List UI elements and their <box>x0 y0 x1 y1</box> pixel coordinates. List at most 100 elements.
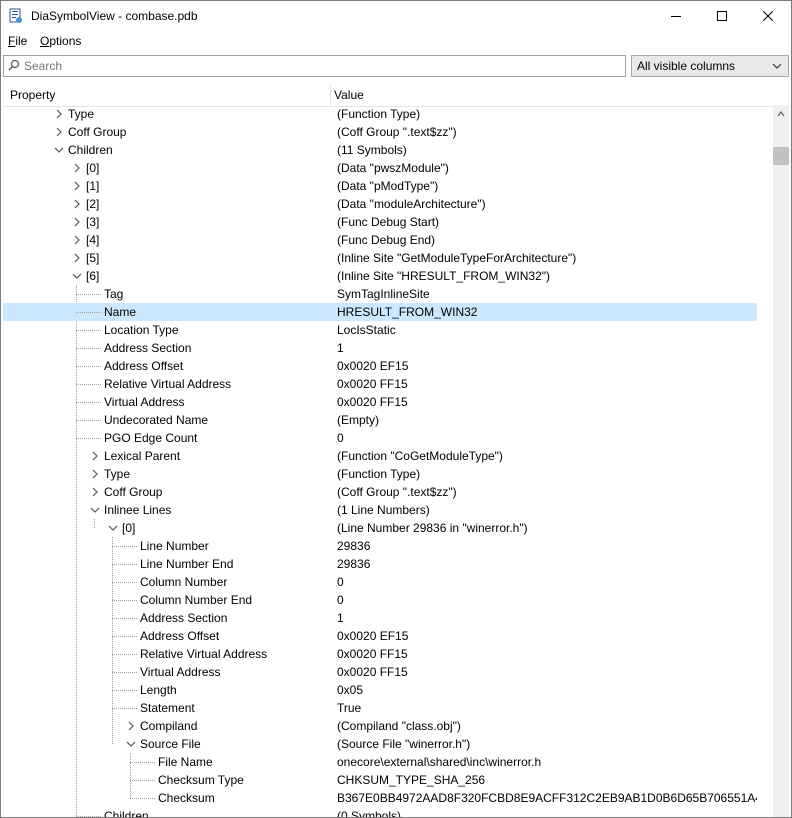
tree-row[interactable]: [6] (Inline Site "HRESULT_FROM_WIN32") <box>3 267 757 285</box>
tree-row[interactable]: Address Section 1 <box>3 339 757 357</box>
tree-row[interactable]: Statement True <box>3 699 757 717</box>
tree-row[interactable]: Children (0 Symbols) <box>3 807 757 817</box>
column-separator[interactable] <box>330 85 331 106</box>
tree-row[interactable]: Name HRESULT_FROM_WIN32 <box>3 303 757 321</box>
chevron-right-icon[interactable] <box>71 252 83 264</box>
tree-row-property: Children <box>104 809 149 817</box>
property-tree[interactable]: Type (Function Type) Coff Group (Coff Group… <box>3 105 757 817</box>
tree-row-property: [6] <box>86 269 100 283</box>
tree-row-value: 0x0020 FF15 <box>337 395 408 409</box>
tree-row[interactable]: [0] (Data "pwszModule") <box>3 159 757 177</box>
tree-branch-line <box>112 600 137 601</box>
search-box[interactable] <box>3 55 626 77</box>
tree-row[interactable]: Column Number 0 <box>3 573 757 591</box>
tree-row[interactable]: Undecorated Name (Empty) <box>3 411 757 429</box>
chevron-down-icon[interactable] <box>125 738 137 750</box>
tree-row[interactable]: Source File (Source File "winerror.h") <box>3 735 757 753</box>
chevron-right-icon[interactable] <box>71 162 83 174</box>
tree-row-property: File Name <box>158 755 213 769</box>
column-header-value[interactable]: Value <box>334 88 364 102</box>
tree-row[interactable]: Checksum B367E0BB4972AAD8F320FCBD8E9ACFF3… <box>3 789 757 807</box>
tree-row[interactable]: Type (Function Type) <box>3 465 757 483</box>
chevron-right-icon[interactable] <box>89 486 101 498</box>
tree-row[interactable]: Checksum Type CHKSUM_TYPE_SHA_256 <box>3 771 757 789</box>
tree-row-property: Tag <box>104 287 124 301</box>
tree-row-property: Line Number <box>140 539 209 553</box>
tree-row-property: Checksum <box>158 791 215 805</box>
column-filter-select[interactable]: All visible columns <box>631 55 789 77</box>
tree-row[interactable]: [5] (Inline Site "GetModuleTypeForArchite… <box>3 249 757 267</box>
tree-row[interactable]: [1] (Data "pModType") <box>3 177 757 195</box>
vertical-scrollbar[interactable] <box>773 105 789 817</box>
tree-row[interactable]: File Name onecore\external\shared\inc\win… <box>3 753 757 771</box>
tree-row[interactable]: Coff Group (Coff Group ".text$zz") <box>3 123 757 141</box>
tree-row[interactable]: [3] (Func Debug Start) <box>3 213 757 231</box>
tree-row[interactable]: Virtual Address 0x0020 FF15 <box>3 393 757 411</box>
tree-row-value: (Func Debug End) <box>337 233 436 247</box>
tree-row-value: 0x0020 EF15 <box>337 359 409 373</box>
tree-row[interactable]: Relative Virtual Address 0x0020 FF15 <box>3 645 757 663</box>
tree-row[interactable]: Address Offset 0x0020 EF15 <box>3 627 757 645</box>
tree-branch-line <box>76 816 101 817</box>
scrollbar-thumb[interactable] <box>773 147 789 165</box>
tree-row[interactable]: Children (11 Symbols) <box>3 141 757 159</box>
maximize-button[interactable] <box>699 1 745 31</box>
tree-row[interactable]: Virtual Address 0x0020 FF15 <box>3 663 757 681</box>
tree-branch-line <box>112 618 137 619</box>
close-button[interactable] <box>745 1 791 31</box>
chevron-right-icon[interactable] <box>71 180 83 192</box>
tree-row[interactable]: [2] (Data "moduleArchitecture") <box>3 195 757 213</box>
chevron-right-icon[interactable] <box>89 450 101 462</box>
menu-file[interactable]: File <box>8 34 27 48</box>
tree-row[interactable]: Location Type LocIsStatic <box>3 321 757 339</box>
tree-branch-line <box>76 348 101 349</box>
tree-row[interactable]: Compiland (Compiland "class.obj") <box>3 717 757 735</box>
tree-row[interactable]: Length 0x05 <box>3 681 757 699</box>
tree-branch-line <box>112 708 137 709</box>
minimize-button[interactable] <box>653 1 699 31</box>
tree-row[interactable]: Lexical Parent (Function "CoGetModuleType… <box>3 447 757 465</box>
chevron-right-icon[interactable] <box>71 234 83 246</box>
tree-row[interactable]: Line Number 29836 <box>3 537 757 555</box>
chevron-down-icon[interactable] <box>107 522 119 534</box>
column-header-property[interactable]: Property <box>10 88 55 102</box>
chevron-down-icon[interactable] <box>89 504 101 516</box>
chevron-down-icon[interactable] <box>71 270 83 282</box>
scroll-up-icon[interactable] <box>777 111 785 117</box>
chevron-right-icon[interactable] <box>71 216 83 228</box>
tree-row[interactable]: Column Number End 0 <box>3 591 757 609</box>
chevron-right-icon[interactable] <box>71 198 83 210</box>
tree-row-property: [1] <box>86 179 100 193</box>
tree-row-value: (1 Line Numbers) <box>337 503 430 517</box>
tree-row[interactable]: Relative Virtual Address 0x0020 FF15 <box>3 375 757 393</box>
tree-row[interactable]: [0] (Line Number 29836 in "winerror.h") <box>3 519 757 537</box>
tree-branch-line <box>112 636 137 637</box>
tree-row-property: Column Number <box>140 575 228 589</box>
tree-row[interactable]: Address Section 1 <box>3 609 757 627</box>
chevron-down-icon[interactable] <box>53 144 65 156</box>
tree-row[interactable]: Coff Group (Coff Group ".text$zz") <box>3 483 757 501</box>
tree-branch-line <box>76 438 101 439</box>
chevron-right-icon[interactable] <box>53 126 65 138</box>
title-bar[interactable]: DiaSymbolView - combase.pdb <box>1 1 791 31</box>
tree-row[interactable]: PGO Edge Count 0 <box>3 429 757 447</box>
tree-row[interactable]: Line Number End 29836 <box>3 555 757 573</box>
tree-branch-line <box>76 294 101 295</box>
tree-branch-line <box>130 762 155 763</box>
menu-options[interactable]: Options <box>40 34 81 48</box>
tree-row-property: [3] <box>86 215 100 229</box>
tree-branch-line <box>112 690 137 691</box>
tree-row[interactable]: Type (Function Type) <box>3 105 757 123</box>
chevron-down-icon <box>772 63 782 69</box>
chevron-right-icon[interactable] <box>89 468 101 480</box>
tree-row-property: Location Type <box>104 323 179 337</box>
search-input[interactable] <box>24 58 614 73</box>
chevron-right-icon[interactable] <box>125 720 137 732</box>
tree-row-value: HRESULT_FROM_WIN32 <box>337 305 478 319</box>
tree-row[interactable]: Tag SymTagInlineSite <box>3 285 757 303</box>
tree-row[interactable]: [4] (Func Debug End) <box>3 231 757 249</box>
tree-branch-line <box>76 384 101 385</box>
tree-row[interactable]: Address Offset 0x0020 EF15 <box>3 357 757 375</box>
tree-row[interactable]: Inlinee Lines (1 Line Numbers) <box>3 501 757 519</box>
chevron-right-icon[interactable] <box>53 108 65 120</box>
